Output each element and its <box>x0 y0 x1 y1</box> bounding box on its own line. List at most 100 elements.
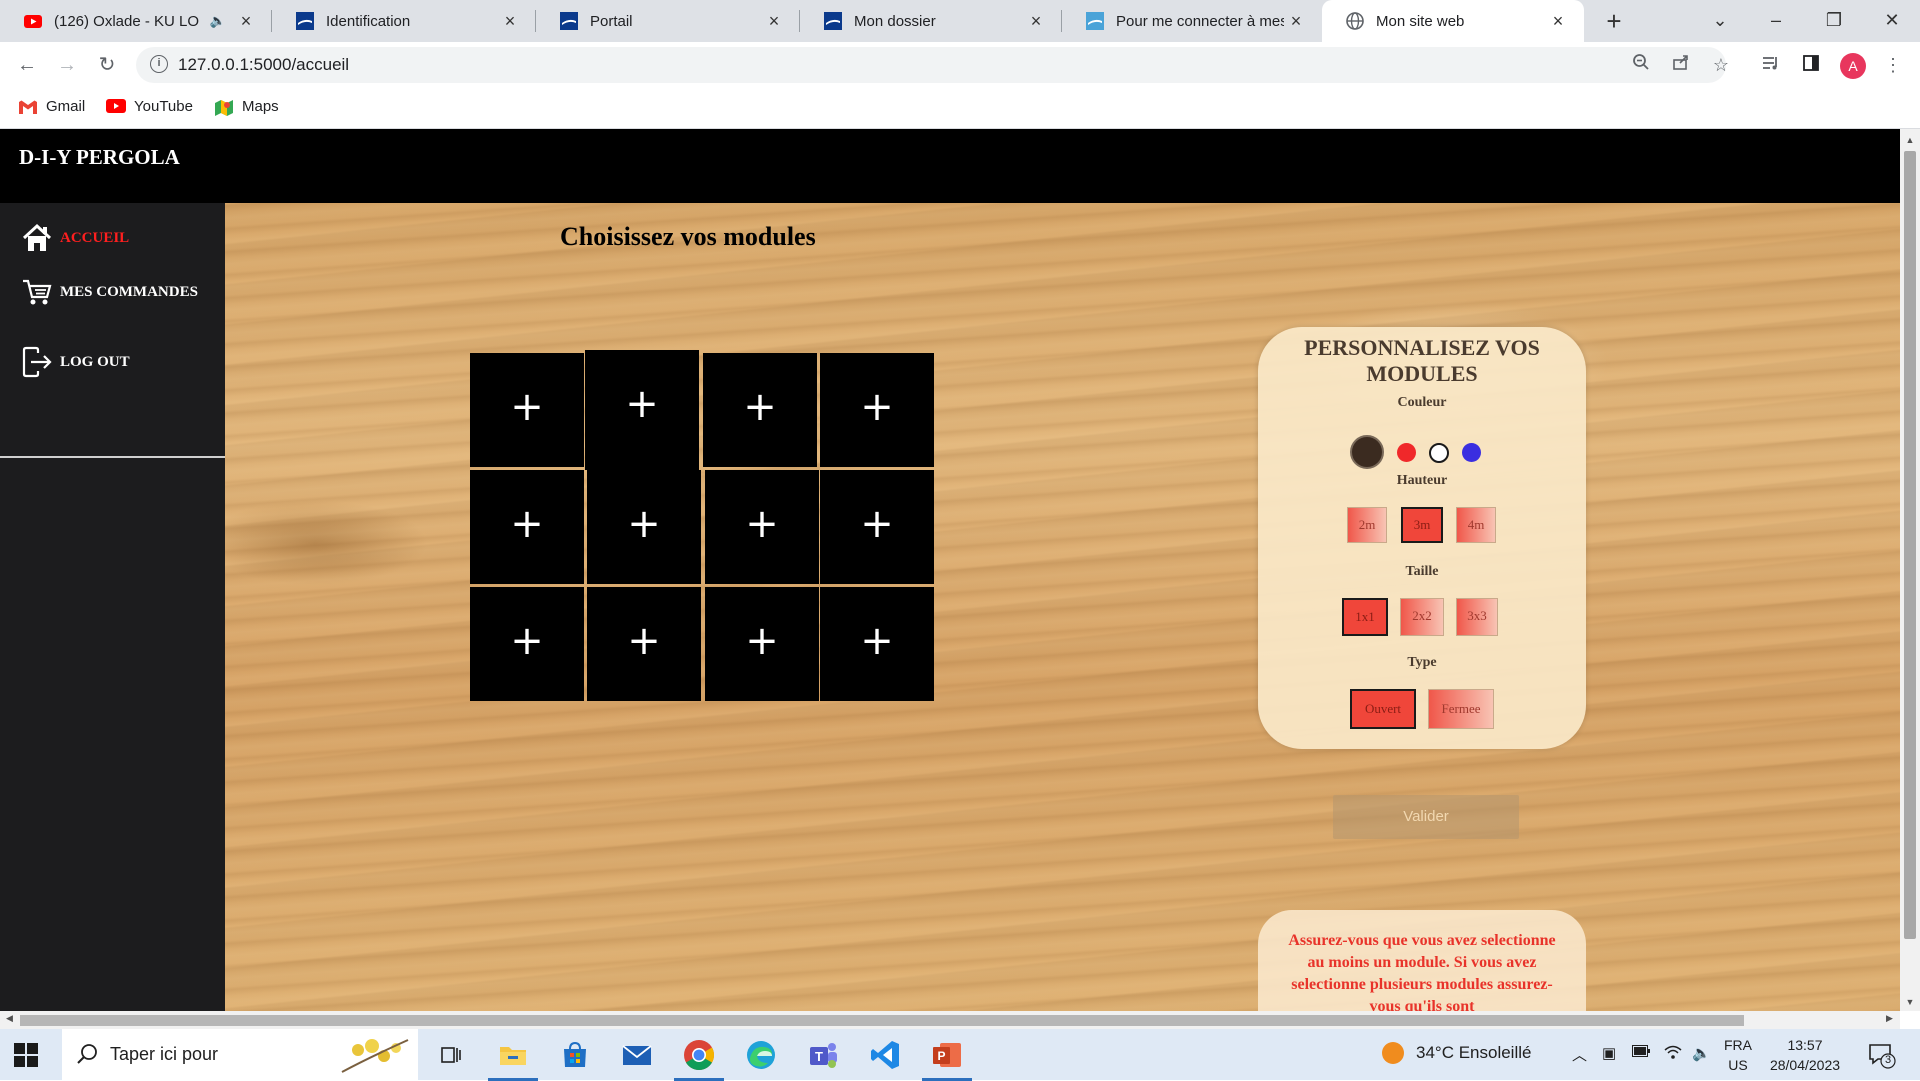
taille-label: Taille <box>1405 564 1439 579</box>
tab-pour-me-connecter[interactable]: Pour me connecter à mes a × <box>1062 0 1322 42</box>
forward-icon[interactable]: → <box>52 50 82 80</box>
nav-mes-commandes[interactable]: MES COMMANDES <box>20 275 198 309</box>
bookmark-youtube[interactable]: YouTube <box>106 98 193 115</box>
tab-portail[interactable]: Portail × <box>536 0 800 42</box>
reload-icon[interactable]: ↻ <box>92 50 122 80</box>
task-view-icon[interactable] <box>434 1038 468 1072</box>
scroll-down-icon[interactable]: ▼ <box>1900 997 1920 1007</box>
vscode-icon[interactable] <box>868 1038 902 1072</box>
type-fermee-button[interactable]: Fermee <box>1428 689 1494 729</box>
url-text[interactable]: 127.0.0.1:5000/accueil <box>178 55 349 75</box>
scroll-left-icon[interactable]: ◀ <box>6 1013 13 1024</box>
battery-icon[interactable] <box>1632 1044 1650 1061</box>
address-bar[interactable]: i 127.0.0.1:5000/accueil <box>136 47 1726 83</box>
new-tab-button[interactable]: + <box>1598 5 1630 37</box>
warning-notice: Assurez-vous que vous avez selectionne a… <box>1258 910 1586 1011</box>
taille-3x3-button[interactable]: 3x3 <box>1456 598 1498 636</box>
file-explorer-icon[interactable] <box>488 1038 538 1081</box>
windows-start-icon[interactable] <box>14 1043 38 1067</box>
vertical-scrollbar[interactable]: ▲ ▼ <box>1900 129 1920 1011</box>
menu-kebab-icon[interactable]: ⋮ <box>1880 52 1906 78</box>
mail-icon[interactable] <box>620 1038 654 1072</box>
nav-log-out[interactable]: LOG OUT <box>20 345 130 379</box>
taille-1x1-button[interactable]: 1x1 <box>1342 598 1388 636</box>
teams-icon[interactable]: T <box>806 1038 840 1072</box>
scroll-right-icon[interactable]: ▶ <box>1886 1013 1893 1024</box>
bookmark-gmail[interactable]: Gmail <box>18 98 85 115</box>
module-cell[interactable]: + <box>705 587 819 701</box>
side-panel-icon[interactable] <box>1798 52 1824 78</box>
close-tab-icon[interactable]: × <box>1284 11 1308 32</box>
module-cell[interactable]: + <box>585 350 699 470</box>
tab-mon-dossier[interactable]: Mon dossier × <box>800 0 1062 42</box>
media-icon[interactable] <box>1758 52 1784 78</box>
bookmark-star-icon[interactable]: ☆ <box>1708 52 1734 78</box>
windows-taskbar: Taper ici pour T P 34°C Ensoleillé ︿ ▣ 🔈… <box>0 1029 1920 1081</box>
store-icon[interactable] <box>558 1038 592 1072</box>
close-window-button[interactable]: ✕ <box>1862 0 1920 42</box>
hauteur-2m-button[interactable]: 2m <box>1347 507 1387 543</box>
scrollbar-thumb[interactable] <box>20 1015 1744 1026</box>
close-tab-icon[interactable]: × <box>1024 11 1048 32</box>
home-icon <box>20 221 54 255</box>
add-module-icon: + <box>627 501 661 547</box>
tab-identification[interactable]: Identification × <box>272 0 536 42</box>
youtube-icon <box>106 98 126 115</box>
scroll-up-icon[interactable]: ▲ <box>1900 135 1920 145</box>
close-tab-icon[interactable]: × <box>762 11 786 32</box>
bookmark-maps[interactable]: Maps <box>214 98 279 116</box>
tab-title: Mon dossier <box>854 12 936 30</box>
language-indicator[interactable]: FRA US <box>1724 1035 1752 1075</box>
meet-icon[interactable]: ▣ <box>1602 1044 1616 1062</box>
hauteur-4m-button[interactable]: 4m <box>1456 507 1496 543</box>
module-cell[interactable]: + <box>820 470 934 584</box>
tray-chevron-icon[interactable]: ︿ <box>1572 1044 1587 1065</box>
taille-2x2-button[interactable]: 2x2 <box>1400 598 1444 636</box>
restore-button[interactable]: ❐ <box>1804 0 1864 42</box>
color-swatch-red[interactable] <box>1397 443 1416 462</box>
minimize-button[interactable]: – <box>1746 0 1806 42</box>
powerpoint-icon[interactable]: P <box>922 1038 972 1081</box>
taskbar-search[interactable]: Taper ici pour <box>62 1029 418 1080</box>
module-cell[interactable]: + <box>820 353 934 467</box>
site-info-icon[interactable]: i <box>150 55 168 73</box>
scrollbar-thumb[interactable] <box>1904 151 1916 939</box>
module-cell[interactable]: + <box>587 470 701 584</box>
site-brand[interactable]: D-I-Y PERGOLA <box>19 145 180 170</box>
color-swatch-white[interactable] <box>1429 443 1449 463</box>
tab-search-icon[interactable]: ⌄ <box>1690 0 1750 42</box>
zoom-icon[interactable] <box>1628 52 1654 78</box>
module-cell[interactable]: + <box>587 587 701 701</box>
tab-mon-site-web[interactable]: Mon site web × <box>1322 0 1584 42</box>
module-cell[interactable]: + <box>470 587 584 701</box>
taskbar-clock[interactable]: 13:57 28/04/2023 <box>1764 1035 1846 1075</box>
nav-accueil[interactable]: ACCUEIL <box>20 221 129 255</box>
speaker-icon[interactable]: 🔈 <box>210 13 226 29</box>
weather-widget[interactable]: 34°C Ensoleillé <box>1382 1042 1531 1064</box>
close-tab-icon[interactable]: × <box>234 11 258 32</box>
volume-icon[interactable]: 🔈 <box>1692 1044 1711 1062</box>
module-cell[interactable]: + <box>705 470 819 584</box>
valider-button[interactable]: Valider <box>1333 795 1519 839</box>
color-swatch-blue[interactable] <box>1462 443 1481 462</box>
edge-icon[interactable] <box>744 1038 778 1072</box>
type-ouvert-button[interactable]: Ouvert <box>1350 689 1416 729</box>
close-tab-icon[interactable]: × <box>498 11 522 32</box>
share-icon[interactable] <box>1668 52 1694 78</box>
module-cell[interactable]: + <box>470 353 584 467</box>
module-cell[interactable]: + <box>820 587 934 701</box>
back-icon[interactable]: ← <box>12 50 42 80</box>
hauteur-3m-button[interactable]: 3m <box>1401 507 1443 543</box>
chrome-icon[interactable] <box>674 1038 724 1081</box>
module-cell[interactable]: + <box>703 353 817 467</box>
profile-avatar[interactable]: A <box>1840 53 1866 79</box>
cart-icon <box>20 275 54 309</box>
notification-center-icon[interactable]: 3 <box>1868 1041 1896 1069</box>
bookmark-label: Maps <box>242 98 279 115</box>
close-tab-icon[interactable]: × <box>1546 11 1570 32</box>
tab-youtube[interactable]: (126) Oxlade - KU LO S 🔈 × <box>0 0 272 42</box>
horizontal-scrollbar[interactable]: ◀ ▶ <box>0 1011 1900 1029</box>
wifi-icon[interactable] <box>1664 1044 1682 1064</box>
module-cell[interactable]: + <box>470 470 584 584</box>
color-swatch-brown[interactable] <box>1350 435 1384 469</box>
